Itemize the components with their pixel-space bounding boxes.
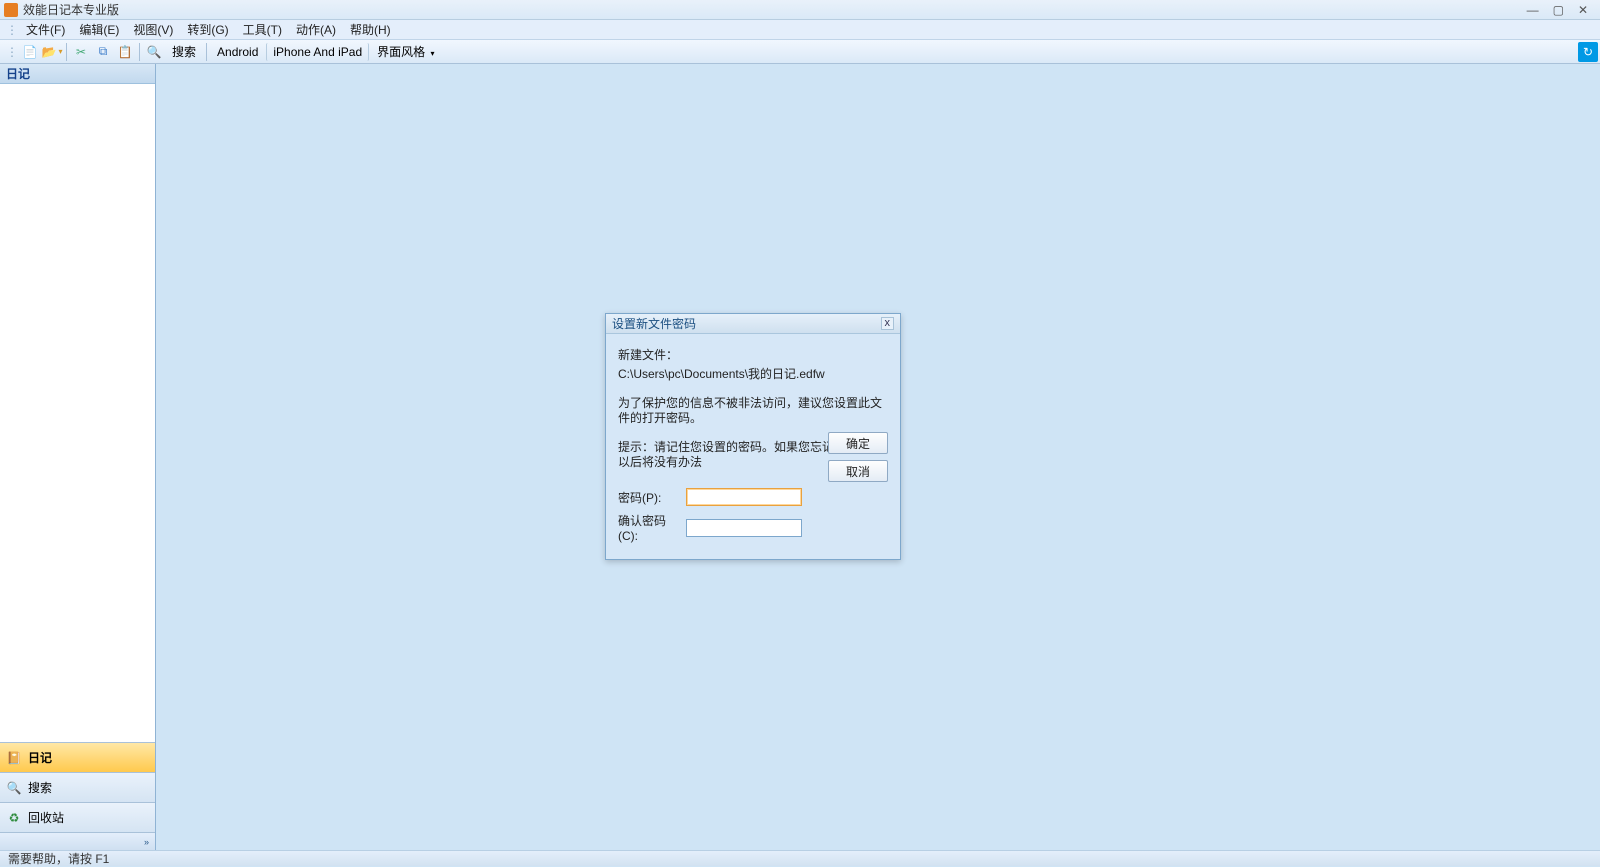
copy-button[interactable]: ⧉ [93, 42, 113, 62]
dialog-file-path: C:\Users\pc\Documents\我的日记.edfw [618, 367, 888, 382]
menu-handle: ⋮ [6, 23, 18, 37]
sidebar: 日记 📔 日记 🔍 搜索 ♻ 回收站 » [0, 64, 156, 850]
search-icon: 🔍 [6, 780, 22, 796]
menu-goto[interactable]: 转到(G) [181, 19, 234, 40]
toolbar-divider [206, 43, 207, 61]
confirm-password-label: 确认密码(C): [618, 512, 678, 543]
toolbar: ⋮ 📄 📂▾ ✂ ⧉ 📋 🔍 搜索 Android iPhone And iPa… [0, 40, 1600, 64]
toolbar-divider [66, 43, 67, 61]
cancel-label: 取消 [846, 463, 870, 480]
dialog-title-bar[interactable]: 设置新文件密码 x [606, 314, 900, 334]
menu-edit[interactable]: 编辑(E) [73, 19, 125, 40]
ui-style-button[interactable]: 界面风格 ▾ [371, 41, 440, 62]
new-button[interactable]: 📄 [20, 42, 40, 62]
confirm-password-row: 确认密码(C): [618, 512, 888, 543]
app-icon [4, 3, 18, 17]
password-input[interactable] [686, 488, 802, 506]
toolbar-handle: ⋮ [6, 45, 18, 59]
chevron-down-icon: ▾ [431, 49, 435, 58]
iphone-ipad-button[interactable]: iPhone And iPad [266, 43, 369, 61]
window-controls: — ▢ ✕ [1523, 3, 1600, 17]
menu-view[interactable]: 视图(V) [127, 19, 179, 40]
maximize-button[interactable]: ▢ [1549, 3, 1568, 17]
cancel-button[interactable]: 取消 [828, 460, 888, 482]
password-row: 密码(P): [618, 488, 888, 506]
nav-label-recycle: 回收站 [28, 809, 64, 826]
password-label: 密码(P): [618, 489, 678, 506]
toolbar-divider [139, 43, 140, 61]
status-bar: 需要帮助，请按 F1 [0, 850, 1600, 866]
android-button[interactable]: Android [211, 43, 264, 61]
nav-item-search[interactable]: 🔍 搜索 [0, 772, 155, 802]
sidebar-tree[interactable] [0, 84, 155, 742]
chevron-down-icon: » [144, 837, 149, 847]
confirm-password-input[interactable] [686, 519, 802, 537]
dialog-newfile-label: 新建文件： [618, 348, 888, 363]
sync-button[interactable]: ↻ [1578, 42, 1598, 62]
dialog-buttons: 确定 取消 [828, 432, 888, 482]
sidebar-header: 日记 [0, 64, 155, 84]
close-button[interactable]: ✕ [1574, 3, 1592, 17]
diary-icon: 📔 [6, 750, 22, 766]
ui-style-label: 界面风格 [377, 45, 425, 59]
nav-label-diary: 日记 [28, 749, 52, 766]
nav-item-diary[interactable]: 📔 日记 [0, 742, 155, 772]
search-icon[interactable]: 🔍 [144, 42, 164, 62]
ok-label: 确定 [846, 435, 870, 452]
menu-action[interactable]: 动作(A) [290, 19, 342, 40]
status-text: 需要帮助，请按 F1 [8, 850, 109, 867]
cut-button[interactable]: ✂ [71, 42, 91, 62]
nav-label-search: 搜索 [28, 779, 52, 796]
password-dialog: 设置新文件密码 x 新建文件： C:\Users\pc\Documents\我的… [605, 313, 901, 560]
title-bar: 效能日记本专业版 — ▢ ✕ [0, 0, 1600, 20]
nav-collapse[interactable]: » [0, 832, 155, 850]
recycle-icon: ♻ [6, 810, 22, 826]
menu-help[interactable]: 帮助(H) [344, 19, 397, 40]
paste-button[interactable]: 📋 [115, 42, 135, 62]
dialog-title: 设置新文件密码 [612, 315, 696, 332]
nav-panel: 📔 日记 🔍 搜索 ♻ 回收站 [0, 742, 155, 832]
app-title: 效能日记本专业版 [23, 1, 119, 18]
ok-button[interactable]: 确定 [828, 432, 888, 454]
dialog-body: 新建文件： C:\Users\pc\Documents\我的日记.edfw 为了… [606, 334, 900, 559]
open-button[interactable]: 📂▾ [42, 42, 62, 62]
minimize-button[interactable]: — [1523, 3, 1543, 17]
menu-file[interactable]: 文件(F) [20, 19, 71, 40]
menu-tools[interactable]: 工具(T) [237, 19, 288, 40]
dialog-close-button[interactable]: x [881, 317, 895, 330]
menu-bar: ⋮ 文件(F) 编辑(E) 视图(V) 转到(G) 工具(T) 动作(A) 帮助… [0, 20, 1600, 40]
nav-item-recycle[interactable]: ♻ 回收站 [0, 802, 155, 832]
dialog-info-text: 为了保护您的信息不被非法访问，建议您设置此文件的打开密码。 [618, 396, 888, 426]
search-button[interactable]: 搜索 [166, 41, 202, 62]
